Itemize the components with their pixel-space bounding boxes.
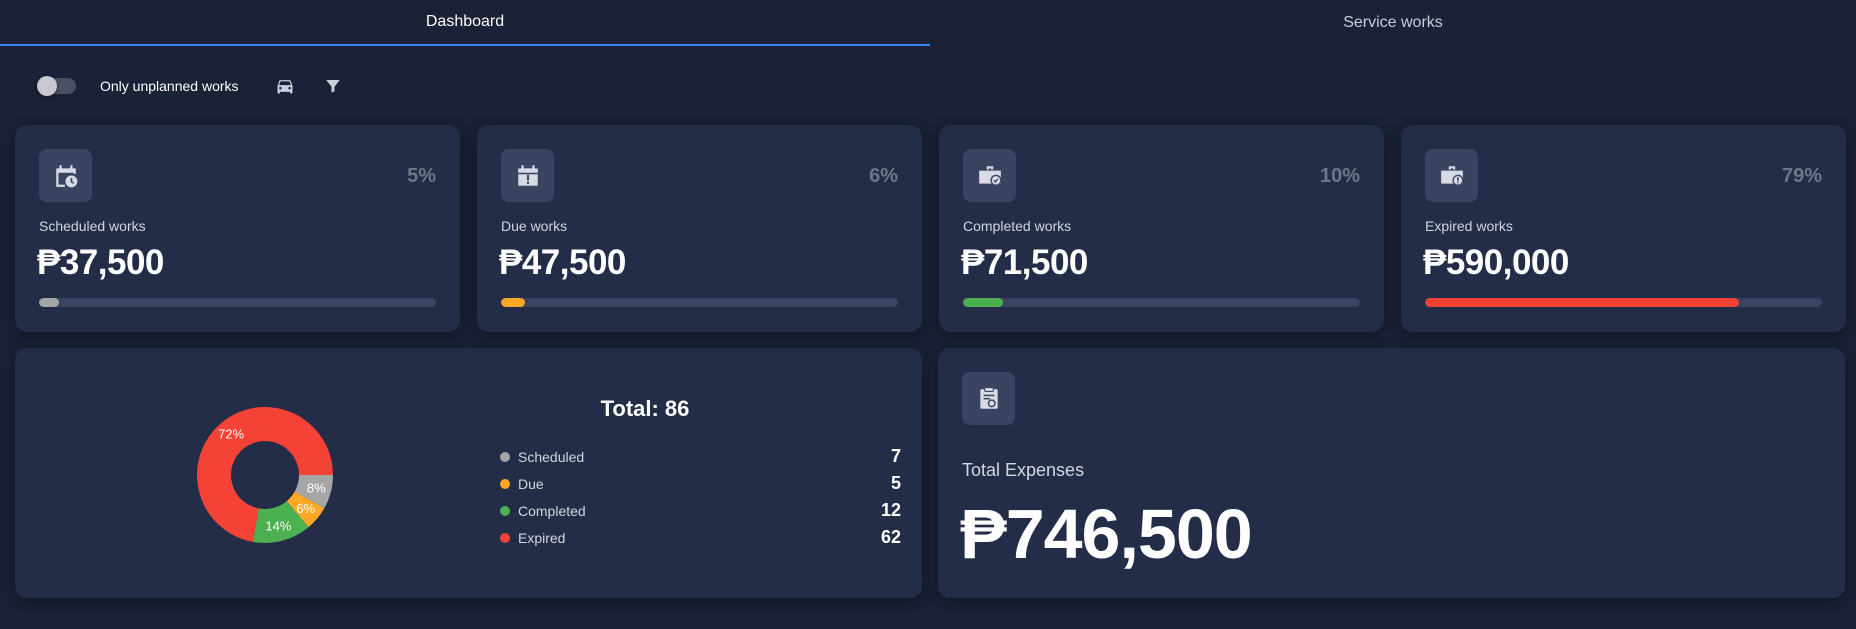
legend-dot-scheduled: [500, 451, 510, 462]
scheduled-progress: [39, 298, 436, 307]
legend-dot-completed: [500, 505, 510, 516]
scheduled-percent: 5%: [407, 165, 436, 187]
donut-label-completed: 14%: [265, 518, 291, 533]
expired-progress: [1425, 298, 1822, 307]
calendar-alert-icon: [501, 149, 554, 202]
tab-service-works[interactable]: Service works: [930, 0, 1856, 46]
legend-name-completed: Completed: [518, 502, 586, 519]
legend-count-completed: 12: [880, 500, 901, 520]
receipt-icon: [962, 372, 1015, 425]
scheduled-works-card: 5% Scheduled works ₱37,500: [15, 125, 460, 332]
car-icon[interactable]: [273, 74, 297, 98]
expenses-label: Total Expenses: [962, 460, 1085, 480]
legend-dot-expired: [500, 532, 510, 543]
tab-bar: Dashboard Service works: [0, 0, 1856, 46]
tab-dashboard[interactable]: Dashboard: [0, 0, 930, 46]
expired-label: Expired works: [1425, 218, 1513, 234]
unplanned-toggle[interactable]: [37, 76, 76, 96]
completed-progress-fill: [963, 298, 1003, 307]
donut-label-scheduled: 8%: [307, 480, 326, 495]
chart-total: Total: 86: [600, 396, 690, 421]
legend-name-scheduled: Scheduled: [518, 448, 585, 465]
due-progress-fill: [501, 298, 525, 307]
due-progress: [501, 298, 898, 307]
toggle-label: Only unplanned works: [100, 78, 239, 94]
filter-icon[interactable]: [321, 74, 345, 98]
legend-name-expired: Expired: [518, 529, 566, 546]
total-expenses-card: Total Expenses ₱746,500: [938, 348, 1845, 598]
legend-count-expired: 62: [880, 527, 901, 547]
donut-chart: 8% 6% 14% 72%: [197, 407, 333, 543]
legend-item-completed[interactable]: Completed 12: [500, 497, 901, 524]
due-percent: 6%: [869, 165, 898, 187]
completed-value: ₱71,500: [961, 243, 1088, 282]
completed-progress: [963, 298, 1360, 307]
calendar-clock-icon: [39, 149, 92, 202]
scheduled-progress-fill: [39, 298, 59, 307]
legend-name-due: Due: [518, 475, 544, 492]
donut-label-expired: 72%: [218, 426, 244, 441]
legend-item-scheduled[interactable]: Scheduled 7: [500, 443, 901, 470]
due-works-card: 6% Due works ₱47,500: [477, 125, 922, 332]
works-chart-card: 8% 6% 14% 72% Total: 86 Scheduled 7 Due 5 C…: [15, 348, 922, 598]
donut-label-due: 6%: [296, 501, 315, 516]
legend-count-due: 5: [890, 473, 901, 493]
expired-progress-fill: [1425, 298, 1739, 307]
toggle-knob: [37, 76, 57, 96]
due-label: Due works: [501, 218, 568, 234]
legend-item-expired[interactable]: Expired 62: [500, 524, 901, 551]
briefcase-alert-icon: [1425, 149, 1478, 202]
chart-legend: Scheduled 7 Due 5 Completed 12 Expired 6…: [500, 443, 901, 551]
toolbar: Only unplanned works: [37, 72, 345, 100]
expenses-value: ₱746,500: [960, 495, 1253, 573]
completed-works-card: 10% Completed works ₱71,500: [939, 125, 1384, 332]
scheduled-value: ₱37,500: [37, 243, 164, 282]
scheduled-label: Scheduled works: [39, 218, 146, 234]
expired-percent: 79%: [1781, 165, 1822, 187]
expired-works-card: 79% Expired works ₱590,000: [1401, 125, 1846, 332]
briefcase-check-icon: [963, 149, 1016, 202]
completed-label: Completed works: [963, 218, 1072, 234]
completed-percent: 10%: [1319, 165, 1360, 187]
legend-item-due[interactable]: Due 5: [500, 470, 901, 497]
legend-dot-due: [500, 478, 510, 489]
expired-value: ₱590,000: [1423, 243, 1569, 282]
due-value: ₱47,500: [499, 243, 626, 282]
legend-count-scheduled: 7: [890, 446, 901, 466]
